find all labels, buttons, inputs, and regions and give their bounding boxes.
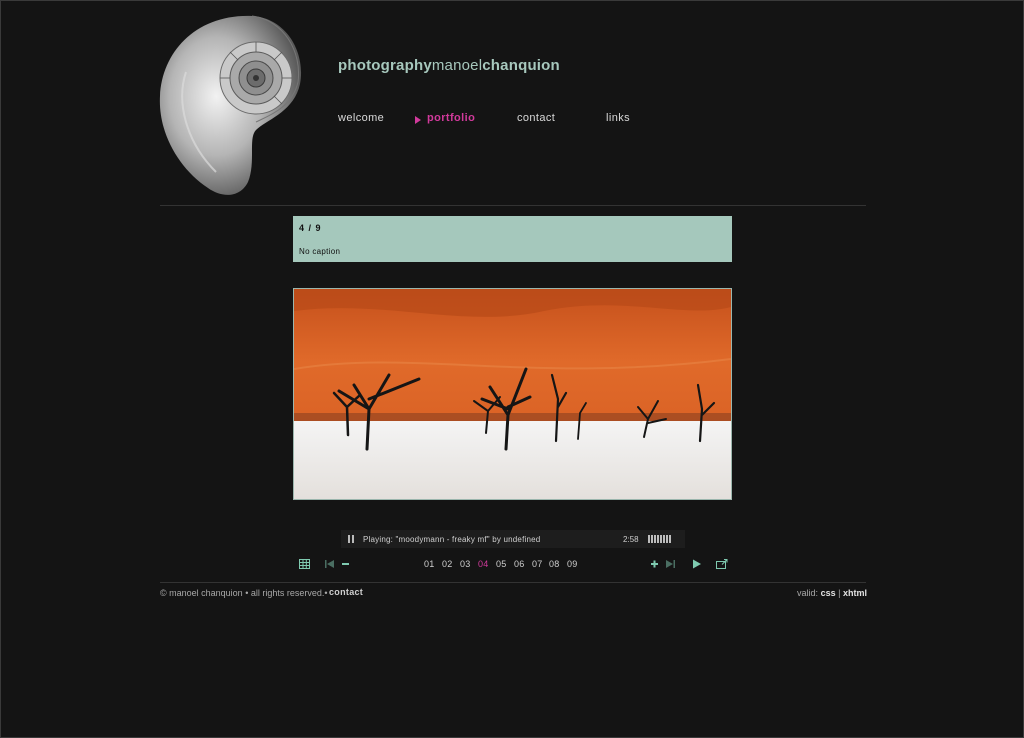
- nav-contact[interactable]: contact: [517, 112, 555, 124]
- nav-welcome[interactable]: welcome: [338, 112, 384, 124]
- site-title-last-name: chanquion: [482, 57, 560, 74]
- plus-icon[interactable]: [648, 557, 662, 571]
- music-player: Playing: "moodymann - freaky mf" by unde…: [341, 530, 685, 548]
- css-validator-link[interactable]: css: [821, 588, 836, 598]
- nav-links[interactable]: links: [606, 112, 630, 124]
- header-divider: [160, 205, 866, 206]
- site-title-first-name: manoel: [431, 57, 483, 74]
- copyright-text: © manoel chanquion • all rights reserved…: [160, 588, 328, 598]
- footer-contact-link[interactable]: contact: [329, 587, 363, 597]
- site-title: photographymanoelchanquion: [338, 57, 560, 74]
- nav-portfolio[interactable]: portfolio: [427, 112, 475, 124]
- gallery-photo[interactable]: [293, 288, 732, 500]
- page-05[interactable]: 05: [496, 559, 507, 569]
- page-02[interactable]: 02: [442, 559, 453, 569]
- page-04[interactable]: 04: [478, 559, 489, 569]
- page-01[interactable]: 01: [424, 559, 435, 569]
- footer-divider: [160, 582, 866, 583]
- pause-icon[interactable]: [348, 535, 354, 543]
- page-06[interactable]: 06: [514, 559, 525, 569]
- page-08[interactable]: 08: [549, 559, 560, 569]
- volume-bars[interactable]: [648, 535, 672, 543]
- popout-icon[interactable]: [715, 557, 729, 571]
- page-07[interactable]: 07: [532, 559, 543, 569]
- active-arrow-icon: [415, 116, 421, 124]
- valid-label: valid:: [797, 588, 819, 598]
- page-03[interactable]: 03: [460, 559, 471, 569]
- site-title-photography: photography: [338, 57, 432, 74]
- caption-box: 4 / 9 No caption: [293, 216, 732, 262]
- shell-logo: [156, 12, 306, 200]
- page-09[interactable]: 09: [567, 559, 578, 569]
- minus-icon[interactable]: [339, 557, 353, 571]
- image-counter: 4 / 9: [299, 223, 322, 233]
- validation-links: valid: css | xhtml: [797, 588, 867, 598]
- play-icon[interactable]: [690, 557, 704, 571]
- now-playing-text: Playing: "moodymann - freaky mf" by unde…: [363, 535, 541, 544]
- skip-last-icon[interactable]: [663, 557, 677, 571]
- image-caption: No caption: [299, 247, 341, 256]
- valid-separator: |: [838, 588, 841, 598]
- skip-first-icon[interactable]: [323, 557, 337, 571]
- xhtml-validator-link[interactable]: xhtml: [843, 588, 867, 598]
- track-time: 2:58: [623, 535, 639, 544]
- grid-icon[interactable]: [298, 557, 312, 571]
